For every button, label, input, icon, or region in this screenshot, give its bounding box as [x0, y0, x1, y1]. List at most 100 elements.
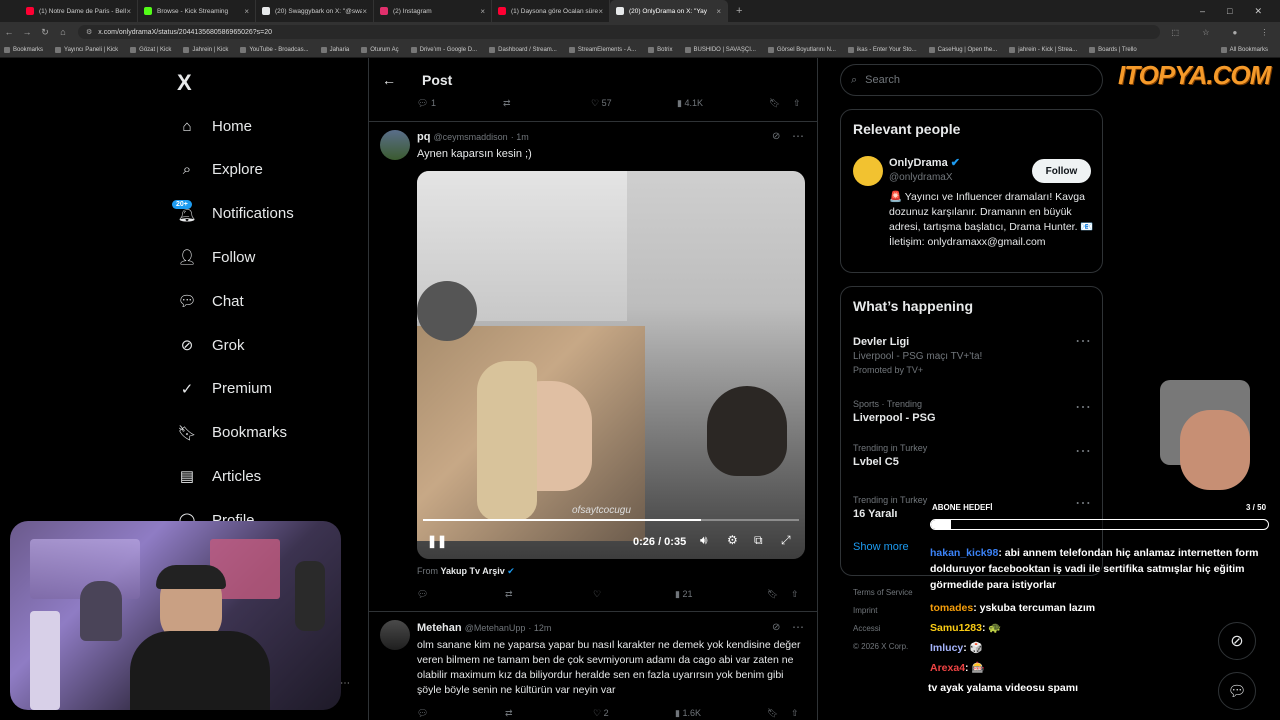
close-tab-icon[interactable]: ×	[362, 7, 367, 16]
messages-floating-button[interactable]: 💬︎	[1218, 672, 1256, 710]
sidebar-item-chat[interactable]: 💬︎ Chat	[176, 290, 243, 312]
minimize-icon[interactable]: –	[1200, 6, 1205, 17]
author-handle[interactable]: @onlydramaX	[889, 172, 953, 183]
bookmark-icon[interactable]: 🔖︎	[769, 98, 793, 109]
browser-tab[interactable]: Browse - Kick Streaming ×	[138, 0, 256, 22]
sidebar-item-grok[interactable]: ⊘ Grok	[176, 334, 245, 356]
author-handle[interactable]: @MetehanUpp	[465, 623, 526, 633]
footer-link[interactable]: © 2026 X Corp.	[853, 638, 933, 656]
more-options-icon[interactable]: ⋯	[1075, 493, 1091, 513]
menu-icon[interactable]: ⋮	[1260, 28, 1268, 37]
bookmark-item[interactable]: Drive'ım - Google D...	[411, 47, 478, 53]
bookmark-item[interactable]: Jahrein | Kick	[183, 47, 228, 53]
url-field[interactable]: ⚙ x.com/onlydramaX/status/20441356805869…	[78, 25, 1160, 39]
new-tab-button[interactable]: +	[736, 5, 742, 17]
sidebar-item-follow[interactable]: 👤︎ Follow	[176, 246, 255, 268]
settings-gear-icon[interactable]: ⚙	[727, 533, 738, 547]
reload-icon[interactable]: ↻	[36, 27, 54, 38]
author-name[interactable]: Metehan	[417, 622, 462, 634]
sidebar-item-notifications[interactable]: 🔔︎ Notifications	[176, 203, 293, 225]
share-icon[interactable]: ⇧	[791, 708, 799, 719]
pip-icon[interactable]: ⧉	[754, 533, 763, 548]
volume-icon[interactable]: 🔊︎	[700, 533, 708, 548]
reply-button[interactable]: 💬︎	[417, 708, 505, 719]
browser-tab[interactable]: (20) OnlyDrama on X: "Yay ×	[610, 0, 728, 22]
avatar[interactable]	[853, 156, 883, 186]
close-tab-icon[interactable]: ×	[244, 7, 249, 16]
home-icon[interactable]: ⌂	[54, 27, 72, 37]
repost-button[interactable]: ⇄	[505, 589, 593, 600]
more-options-icon[interactable]: ⋯	[1075, 331, 1091, 351]
bookmark-item[interactable]: BUSHIDO | SAVAŞÇI...	[685, 47, 756, 53]
author-name[interactable]: pq	[417, 131, 430, 143]
more-options-icon[interactable]: ⋯	[1075, 397, 1091, 417]
bookmark-item[interactable]: YouTube - Broadcas...	[240, 47, 308, 53]
grok-icon[interactable]: ⊘	[772, 622, 780, 633]
bookmark-item[interactable]: StreamElements - A...	[569, 47, 636, 53]
trend-item[interactable]: Devler Ligi Liverpool - PSG maçı TV+'ta! P…	[853, 333, 1093, 375]
bookmark-item[interactable]: Gözat | Kick	[130, 47, 171, 53]
bookmark-item[interactable]: Görsel Boyutlarını N...	[768, 47, 836, 53]
trend-item[interactable]: Trending in Turkey Lvbel C5 ⋯	[853, 443, 1093, 468]
close-tab-icon[interactable]: ×	[126, 7, 131, 16]
bookmark-item[interactable]: Boards | Trello	[1089, 47, 1137, 53]
sidebar-item-home[interactable]: ⌂ Home	[176, 115, 252, 137]
avatar[interactable]	[380, 130, 410, 160]
reply-button[interactable]: 💬︎ 1	[417, 98, 503, 109]
footer-link[interactable]: Terms of Service	[853, 584, 933, 602]
x-logo[interactable]: X	[177, 70, 192, 96]
back-arrow-icon[interactable]: ←	[382, 72, 396, 88]
sidebar-item-bookmarks[interactable]: 🔖︎ Bookmarks	[176, 422, 287, 444]
tweet-time[interactable]: · 1m	[511, 132, 529, 142]
reply-button[interactable]: 💬︎	[417, 589, 505, 600]
video-progress-track[interactable]	[423, 519, 799, 521]
forward-icon[interactable]: →	[18, 27, 36, 37]
bookmark-item[interactable]: Yayıncı Paneli | Kick	[55, 47, 118, 53]
close-window-icon[interactable]: ✕	[1254, 6, 1262, 17]
share-icon[interactable]: ⇧	[791, 589, 799, 600]
views-button[interactable]: ▮ 21	[675, 589, 767, 600]
bookmark-item[interactable]: Botrix	[648, 47, 672, 53]
bookmark-icon[interactable]: 🔖︎	[767, 589, 791, 600]
show-more-link[interactable]: Show more	[853, 541, 909, 553]
fullscreen-icon[interactable]: ⤢	[781, 533, 791, 548]
pause-button[interactable]: ❚❚	[427, 534, 447, 548]
like-button[interactable]: ♡	[593, 589, 675, 600]
site-info-icon[interactable]: ⚙	[86, 28, 92, 36]
follow-button[interactable]: Follow	[1032, 159, 1091, 183]
more-icon[interactable]: ⋯	[340, 678, 350, 689]
more-options-icon[interactable]: ⋯	[792, 129, 804, 143]
close-tab-icon[interactable]: ×	[716, 7, 721, 16]
views-button[interactable]: ▮ 1.6K	[675, 708, 767, 719]
bookmark-item[interactable]: Dashboard / Stream...	[489, 47, 557, 53]
search-input[interactable]: ⌕ Search	[840, 64, 1103, 96]
sidebar-item-explore[interactable]: ⌕ Explore	[176, 159, 263, 181]
repost-button[interactable]: ⇄	[503, 98, 591, 109]
close-tab-icon[interactable]: ×	[480, 7, 485, 16]
bookmark-item[interactable]: Oturum Aç	[361, 47, 398, 53]
share-icon[interactable]: ⇧	[793, 98, 801, 109]
browser-tab[interactable]: (1) Notre Dame de Paris - Belle ×	[20, 0, 138, 22]
bookmark-item[interactable]: Bookmarks	[4, 47, 43, 53]
bookmark-item[interactable]: CaseHug | Open the...	[929, 47, 998, 53]
extension-icon[interactable]: ⬚	[1172, 28, 1180, 37]
more-options-icon[interactable]: ⋯	[792, 620, 804, 634]
like-button[interactable]: ♡ 57	[591, 98, 677, 109]
browser-tab[interactable]: (1) Daysona göre Öcalan süreci ×	[492, 0, 610, 22]
sidebar-item-articles[interactable]: ▤ Articles	[176, 465, 261, 487]
footer-link[interactable]: Imprint	[853, 602, 933, 620]
avatar[interactable]	[380, 620, 410, 650]
grok-icon[interactable]: ⊘	[772, 131, 780, 142]
source-link[interactable]: Yakup Tv Arşiv	[441, 566, 505, 576]
star-icon[interactable]: ☆	[1202, 28, 1209, 37]
footer-link[interactable]: Accessi	[853, 620, 933, 638]
bookmark-item[interactable]: jahrein - Kick | Strea...	[1009, 47, 1077, 53]
trend-item[interactable]: Sports · Trending Liverpool - PSG ⋯	[853, 399, 1093, 424]
browser-tab[interactable]: (20) Swaggybark on X: "@swag ×	[256, 0, 374, 22]
views-button[interactable]: ▮ 4.1K	[677, 98, 769, 109]
back-icon[interactable]: ←	[0, 27, 18, 37]
grok-floating-button[interactable]: ⊘	[1218, 622, 1256, 660]
browser-tab[interactable]: (2) Instagram ×	[374, 0, 492, 22]
close-tab-icon[interactable]: ×	[598, 7, 603, 16]
video-player[interactable]: ofsaytcocugu ❚❚ 0:26 / 0:35 🔊︎ ⚙ ⧉ ⤢	[417, 171, 805, 559]
